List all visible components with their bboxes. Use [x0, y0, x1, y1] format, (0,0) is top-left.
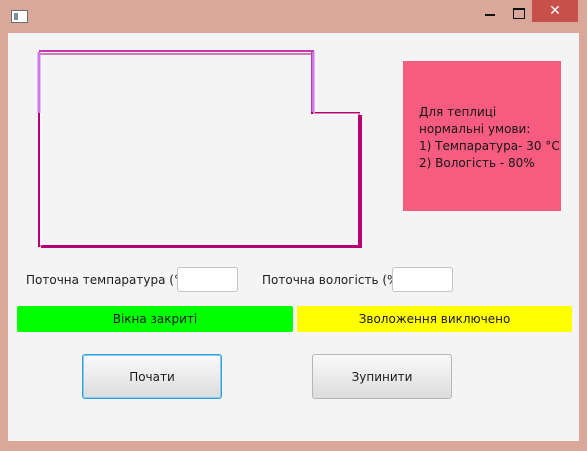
maximize-button[interactable] — [505, 0, 531, 22]
temperature-label: Поточна темпаратура (°C) — [26, 273, 194, 287]
temperature-field[interactable] — [177, 267, 238, 292]
stop-button[interactable]: Зупинити — [312, 354, 452, 399]
close-button[interactable]: ✕ — [532, 0, 578, 22]
humidity-label: Поточна вологість (%) — [262, 273, 404, 287]
room-outline-inner — [40, 53, 362, 248]
start-button[interactable]: Почати — [82, 354, 222, 399]
app-window: ✕ Для теплиці нормальні умови: 1) Темпар… — [0, 0, 587, 451]
humidity-field[interactable] — [392, 267, 453, 292]
minimize-button[interactable] — [475, 0, 505, 22]
info-line: нормальні умови: — [419, 122, 531, 136]
info-line: 1) Темпаратура- 30 °C — [419, 139, 560, 153]
title-bar[interactable]: ✕ — [0, 0, 587, 32]
room-outline-outer — [38, 52, 360, 247]
humidifier-status-badge: Зволоження виключено — [297, 306, 572, 332]
info-line: Для теплиці — [419, 105, 497, 119]
windows-status-badge: Вікна закриті — [17, 306, 293, 332]
norms-info-panel: Для теплиці нормальні умови: 1) Темпарат… — [403, 61, 561, 211]
info-line: 2) Вологість - 80% — [419, 156, 535, 170]
app-icon — [11, 10, 28, 23]
room-outline-shadow — [41, 115, 362, 248]
main-panel: Для теплиці нормальні умови: 1) Темпарат… — [8, 33, 579, 441]
